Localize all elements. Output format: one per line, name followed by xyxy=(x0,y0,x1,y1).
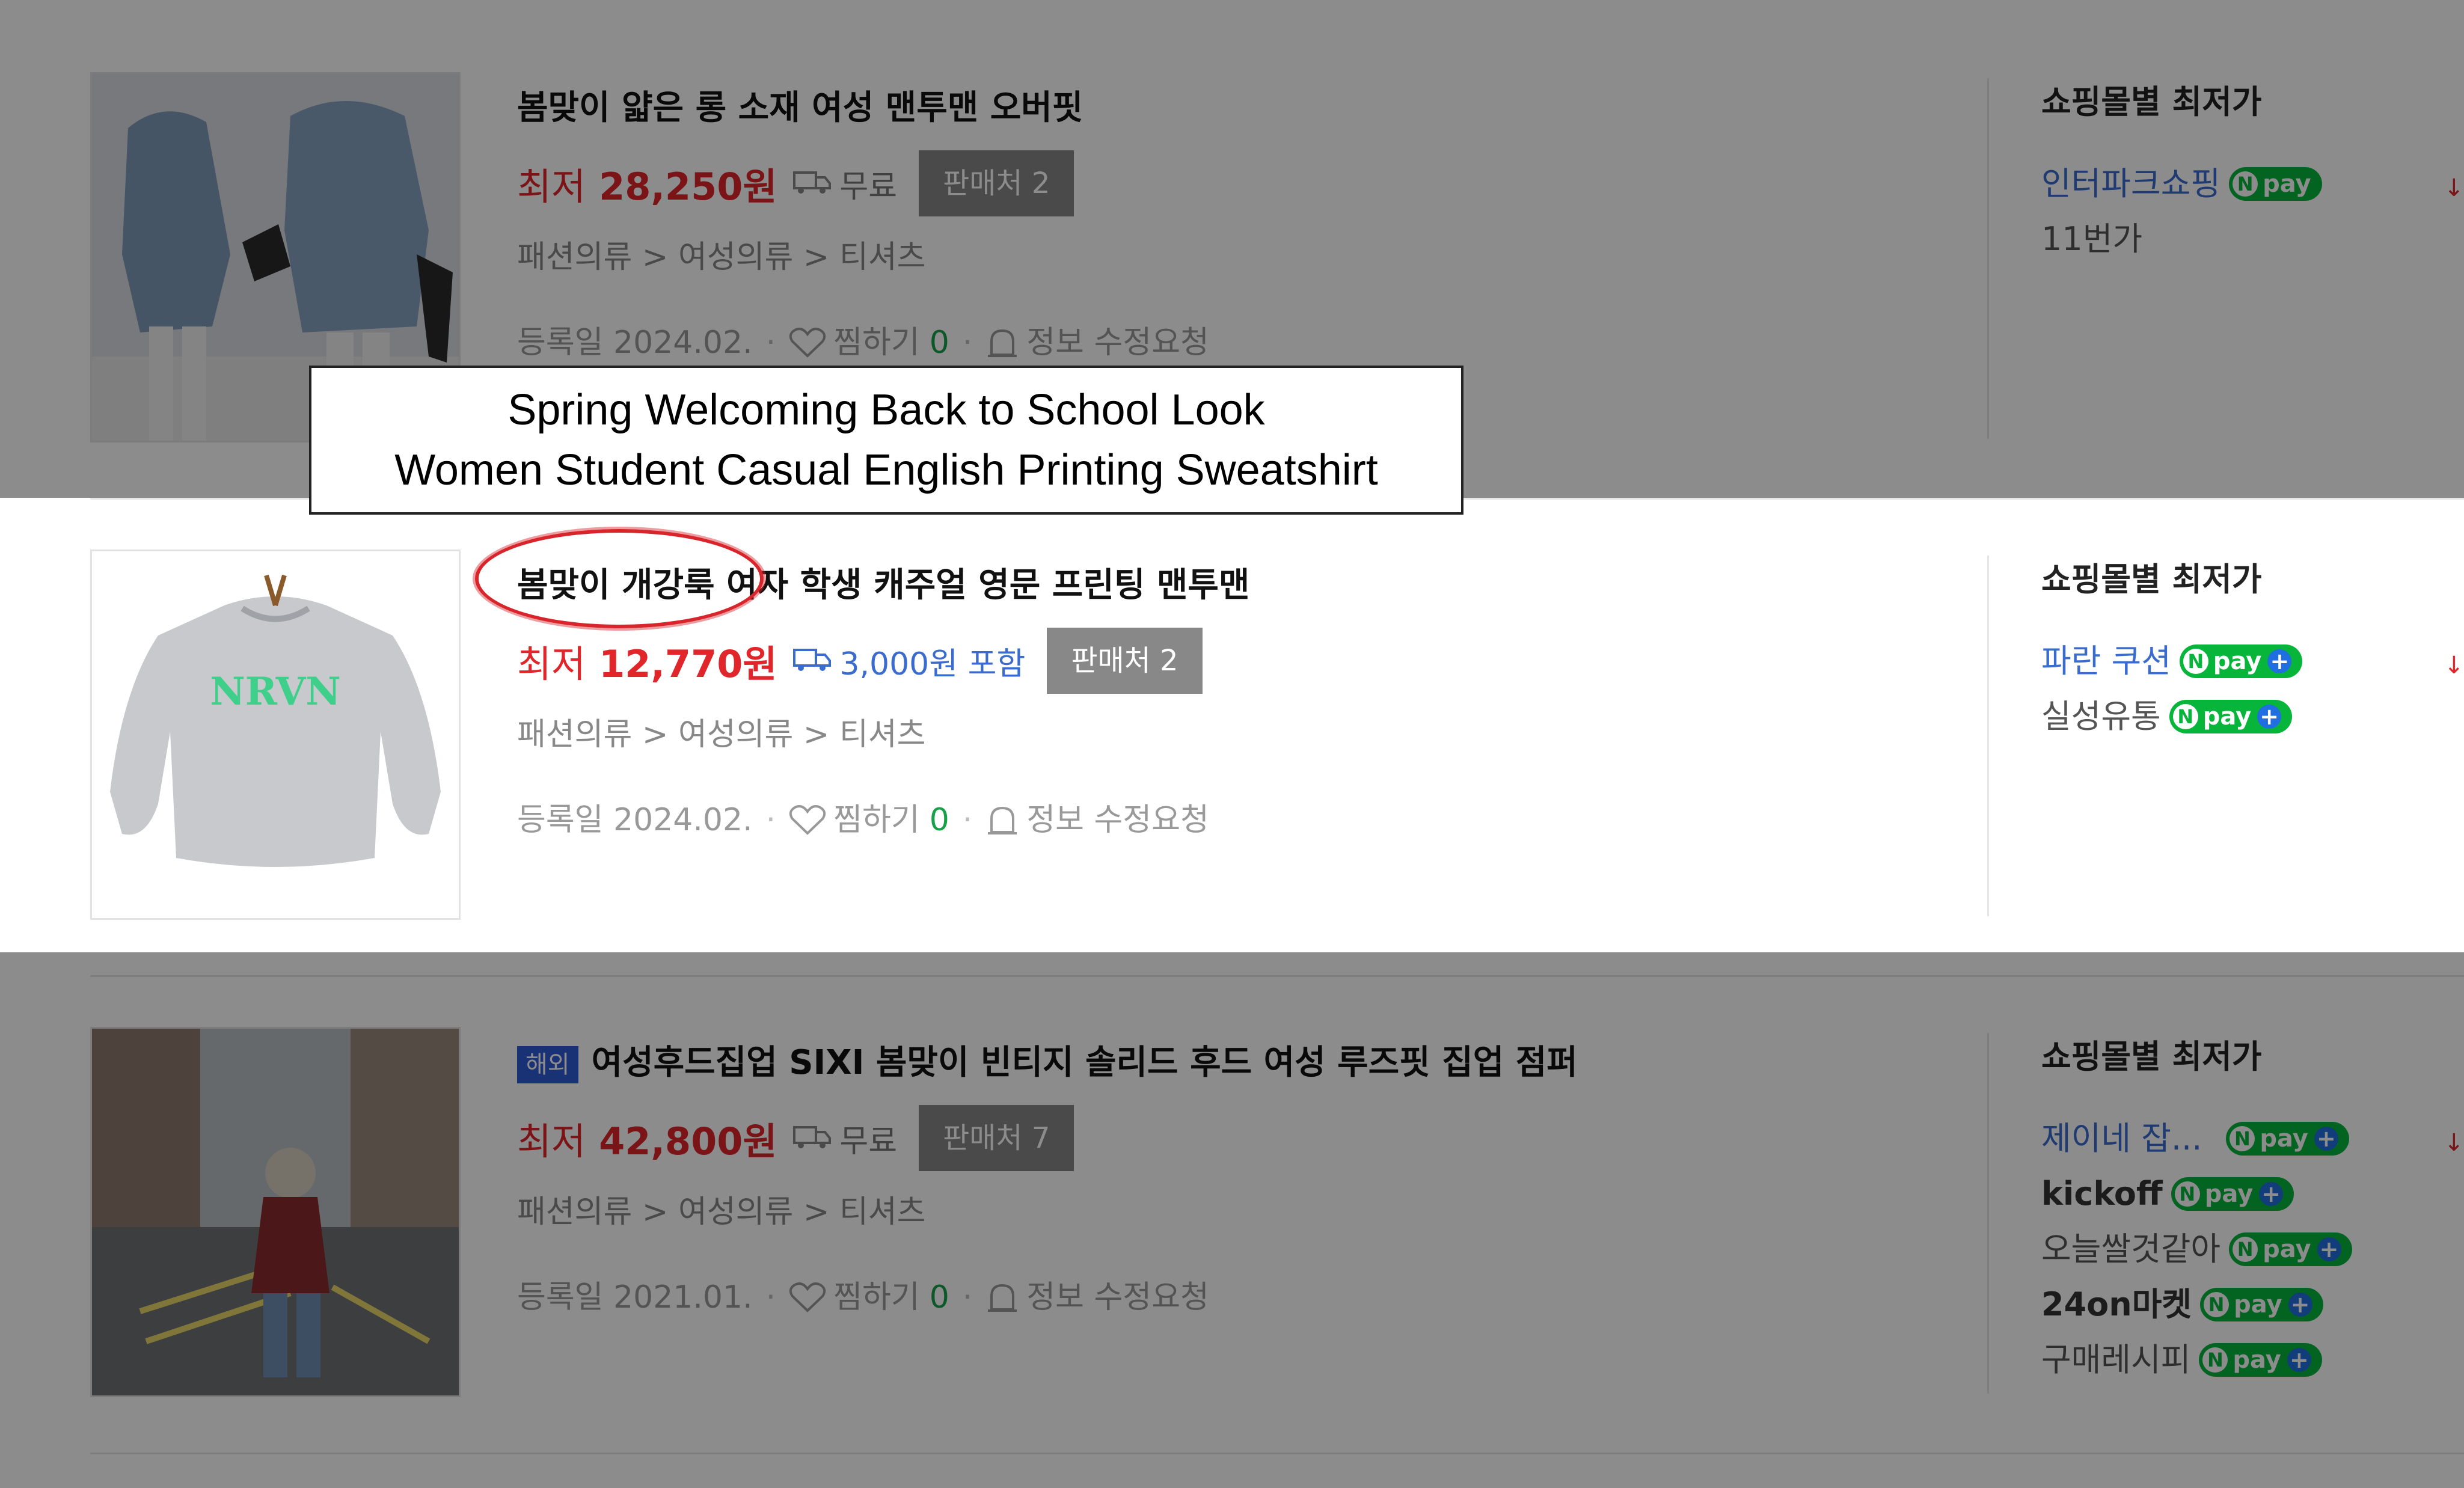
category-path[interactable]: 패션의류 > 여성의류 > 티셔츠 xyxy=(517,711,1900,759)
plus-icon: + xyxy=(2267,649,2292,673)
npay-badge: Npay + xyxy=(2169,700,2293,733)
product-row-2: NRVN 봄맞이 개강룩 여자 학생 캐주얼 영문 프린팅 맨투맨 최저 12,… xyxy=(0,501,2464,977)
truck-icon xyxy=(792,646,832,675)
npay-badge: Npay + xyxy=(2179,644,2303,678)
dim-overlay-bottom xyxy=(0,952,2464,1488)
product-meta: 등록일 2024.02. · 찜하기 0 · 정보 수정요청 xyxy=(517,796,1900,844)
seller-count-button[interactable]: 판매처 2 xyxy=(1047,628,1203,694)
mall-item[interactable]: 파란 쿠션 Npay + xyxy=(2041,634,2462,689)
caption-line-2: Women Student Casual English Printing Sw… xyxy=(394,446,1378,494)
price-row: 최저 12,770원 3,000원 포함 판매처 2 xyxy=(517,628,1900,694)
highlight-circle xyxy=(475,529,764,628)
separator-dot: · xyxy=(962,802,973,838)
heart-icon[interactable] xyxy=(789,804,826,836)
naver-n-icon: N xyxy=(2183,649,2208,674)
mall-list-header: 쇼핑몰별 최저가 xyxy=(2041,560,2262,598)
translation-caption: Spring Welcoming Back to School Look Wom… xyxy=(309,366,1463,515)
caption-line-1: Spring Welcoming Back to School Look xyxy=(507,386,1265,434)
siren-icon[interactable] xyxy=(985,803,1019,837)
svg-text:NRVN: NRVN xyxy=(210,669,341,714)
registered-date: 등록일 2024.02. xyxy=(517,802,753,838)
mall-name[interactable]: 파란 쿠션 xyxy=(2041,634,2171,689)
mall-name[interactable]: 실성유통 xyxy=(2041,689,2161,744)
mall-price-list: 쇼핑몰별 최저가 파란 쿠션 Npay + 실성유통 Npay + xyxy=(2041,556,2462,744)
plus-icon: + xyxy=(2257,705,2282,729)
wishlist-button[interactable]: 찜하기 xyxy=(833,796,920,844)
sweatshirt-photo: NRVN xyxy=(92,551,459,918)
naver-n-icon: N xyxy=(2172,704,2198,729)
product-thumbnail[interactable]: NRVN xyxy=(90,550,461,920)
column-divider xyxy=(1987,556,1989,916)
report-button[interactable]: 정보 수정요청 xyxy=(1026,796,1209,844)
arrow-down-icon: ↓ xyxy=(2444,652,2464,679)
separator-dot: · xyxy=(765,802,776,838)
wishlist-count: 0 xyxy=(929,802,949,838)
lowest-price[interactable]: 12,770원 xyxy=(599,634,777,688)
shipping-info: 3,000원 포함 xyxy=(839,646,1026,682)
price-prefix: 최저 xyxy=(517,642,586,686)
mall-item[interactable]: 실성유통 Npay + xyxy=(2041,689,2462,744)
